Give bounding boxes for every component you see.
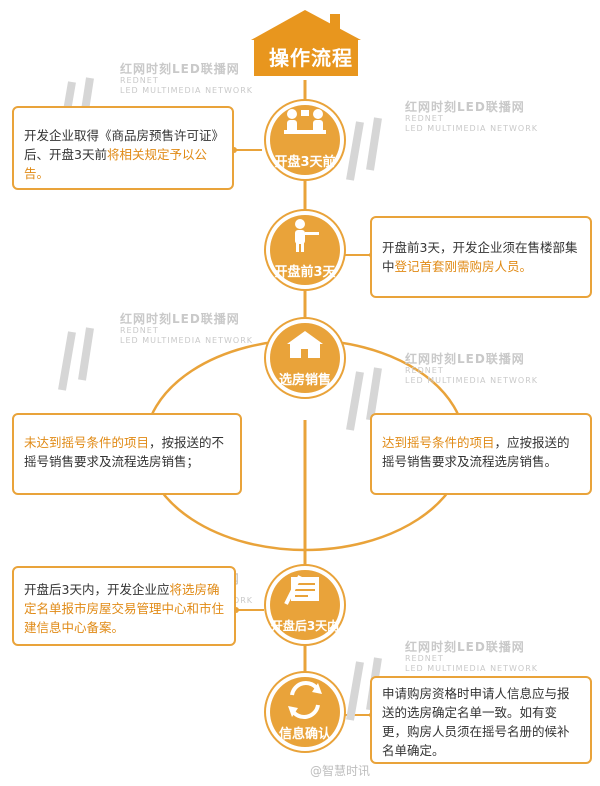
watermark-line2: REDNET <box>405 366 444 375</box>
watermark: 红网时刻LED联播网 REDNET LED MULTIMEDIA NETWORK <box>120 62 253 96</box>
box2-highlight: 登记首套刚需购房人员。 <box>394 259 533 274</box>
info-box-1: 开发企业取得《商品房预售许可证》后、开盘3天前将相关规定予以公告。 <box>12 106 234 190</box>
watermark-line3: LED MULTIMEDIA NETWORK <box>405 124 539 133</box>
watermark-line2: REDNET <box>120 76 159 85</box>
info-box-2: 开盘前3天，开发企业须在售楼部集中登记首套刚需购房人员。 <box>370 216 592 298</box>
watermark: 红网时刻LED联播网 REDNET LED MULTIMEDIA NETWORK <box>405 352 538 386</box>
watermark: 红网时刻LED联播网 REDNET LED MULTIMEDIA NETWORK <box>405 100 538 134</box>
info-box-5: 开盘后3天内，开发企业应将选房确定名单报市房屋交易管理中心和市住建信息中心备案。 <box>12 566 236 646</box>
page-title: 操作流程 <box>269 46 353 70</box>
watermark-line3: LED MULTIMEDIA NETWORK <box>120 336 254 345</box>
box4-highlight: 达到摇号条件的项目 <box>382 435 495 450</box>
watermark-line3: LED MULTIMEDIA NETWORK <box>405 376 539 385</box>
step-label-3: 选房销售 <box>278 373 331 388</box>
watermark-line2: REDNET <box>120 326 159 335</box>
watermark-line1: 红网时刻LED联播网 <box>120 62 240 76</box>
watermark-line1: 红网时刻LED联播网 <box>405 352 525 366</box>
watermark: 红网时刻LED联播网 REDNET LED MULTIMEDIA NETWORK <box>120 312 253 346</box>
info-box-3: 未达到摇号条件的项目，按报送的不摇号销售要求及流程选房销售； <box>12 413 242 495</box>
step-label-4: 开盘后3天内 <box>270 619 340 633</box>
step-label-2: 开盘前3天 <box>274 265 336 280</box>
watermark: 红网时刻LED联播网 REDNET LED MULTIMEDIA NETWORK <box>405 640 538 674</box>
watermark-line2: REDNET <box>405 654 444 663</box>
info-box-4: 达到摇号条件的项目，应按报送的摇号销售要求及流程选房销售。 <box>370 413 592 495</box>
box5-text: 开盘后3天内，开发企业应 <box>24 582 170 597</box>
box3-highlight: 未达到摇号条件的项目 <box>24 435 150 450</box>
step-label-5: 信息确认 <box>278 727 331 742</box>
watermark-line3: LED MULTIMEDIA NETWORK <box>120 86 254 95</box>
watermark-line1: 红网时刻LED联播网 <box>405 100 525 114</box>
watermark-line2: REDNET <box>405 114 444 123</box>
footer-credit: @智慧时讯 <box>310 764 371 778</box>
watermark-line1: 红网时刻LED联播网 <box>120 312 240 326</box>
watermark-line3: LED MULTIMEDIA NETWORK <box>405 664 539 673</box>
info-box-6: 申请购房资格时申请人信息应与报送的选房确定名单一致。如有变更，购房人员须在摇号名… <box>370 676 592 764</box>
watermark-line1: 红网时刻LED联播网 <box>405 640 525 654</box>
step-label-1: 开盘3天前 <box>274 155 336 170</box>
box6-text: 申请购房资格时申请人信息应与报送的选房确定名单一致。如有变更，购房人员须在摇号名… <box>382 686 570 758</box>
